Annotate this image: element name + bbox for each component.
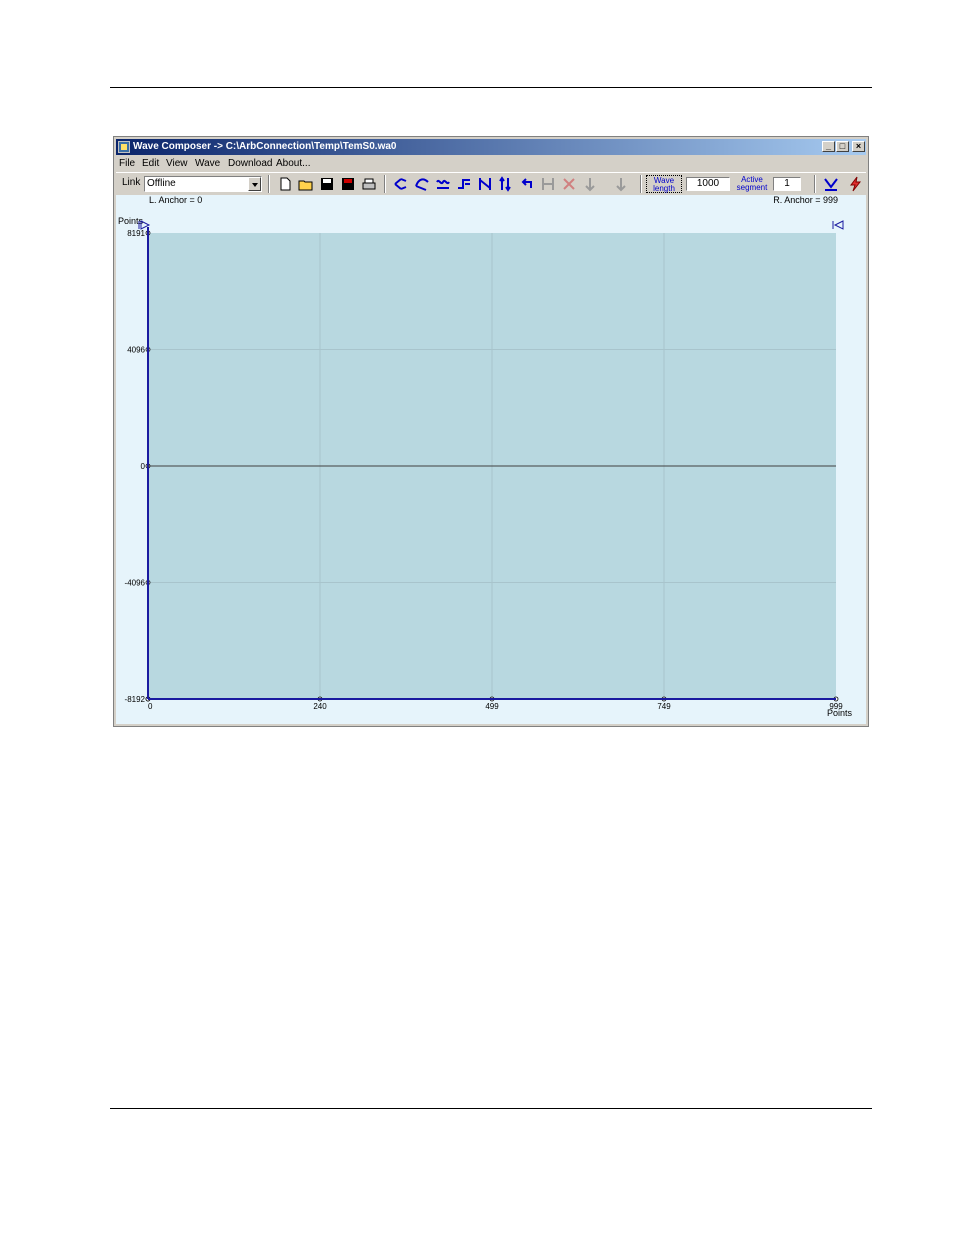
wave-smooth-icon[interactable] — [435, 176, 451, 192]
undo-icon[interactable] — [519, 176, 535, 192]
new-file-icon[interactable] — [277, 176, 293, 192]
footer-rule — [110, 1108, 872, 1109]
wave-length-button[interactable]: Wave length — [646, 175, 682, 193]
x-tick-label: 749 — [657, 702, 671, 711]
app-icon — [118, 141, 130, 153]
draw-line-icon[interactable] — [393, 176, 409, 192]
y-tick-label: 4096 — [127, 346, 145, 355]
lightning-icon[interactable] — [847, 176, 863, 192]
wave-length-field[interactable]: 1000 — [686, 177, 730, 191]
y-tick-label: 8191 — [127, 229, 145, 238]
menu-edit[interactable]: Edit — [142, 156, 159, 171]
y-tick-label: -4096 — [125, 579, 146, 588]
wave-composer-window: Wave Composer -> C:\ArbConnection\Temp\T… — [113, 136, 869, 727]
active-segment-label: Active segment — [736, 175, 768, 192]
x-tick-label: 0 — [148, 702, 153, 711]
x-axis-label: Points — [827, 708, 853, 718]
menu-bar: File Edit View Wave Download About... — [116, 156, 866, 171]
minimize-button[interactable]: _ — [822, 141, 835, 152]
waveform-plot[interactable]: 0 240 499 749 999819140960-4096-8192PointsPo… — [116, 195, 866, 725]
header-rule — [110, 87, 872, 88]
toolbar-separator — [640, 175, 642, 193]
y-tick-label: -8192 — [125, 695, 146, 704]
close-button[interactable]: × — [852, 141, 865, 152]
open-folder-icon[interactable] — [298, 176, 314, 192]
menu-view[interactable]: View — [166, 156, 188, 171]
chevron-down-icon[interactable] — [248, 177, 261, 191]
disabled-icon-3[interactable] — [582, 176, 598, 192]
x-tick-label: 499 — [485, 702, 499, 711]
toolbar: Link Offline Wave length 1000 Active seg… — [116, 172, 866, 196]
title-bar[interactable]: Wave Composer -> C:\ArbConnection\Temp\T… — [116, 139, 866, 155]
menu-download[interactable]: Download — [228, 156, 272, 171]
wave-length-label: Wave length — [653, 176, 675, 193]
anchor-icon[interactable] — [498, 176, 514, 192]
y-tick-label: 0 — [141, 462, 146, 471]
toolbar-separator — [814, 175, 816, 193]
link-label: Link — [122, 177, 141, 188]
save-as-icon[interactable] — [340, 176, 356, 192]
level-icon[interactable] — [456, 176, 472, 192]
menu-about[interactable]: About... — [276, 156, 310, 171]
print-icon[interactable] — [361, 176, 377, 192]
marker-icon[interactable] — [477, 176, 493, 192]
maximize-button[interactable]: □ — [836, 141, 849, 152]
save-icon[interactable] — [319, 176, 335, 192]
menu-file[interactable]: File — [119, 156, 135, 171]
download-icon[interactable] — [823, 176, 839, 192]
active-segment-field[interactable]: 1 — [773, 177, 801, 191]
window-title: Wave Composer -> C:\ArbConnection\Temp\T… — [133, 141, 397, 152]
y-axis-label: Points — [118, 216, 144, 226]
right-anchor-marker — [832, 220, 844, 230]
menu-wave[interactable]: Wave — [195, 156, 220, 171]
draw-curve-icon[interactable] — [414, 176, 430, 192]
waveform-canvas[interactable]: L. Anchor = 0 R. Anchor = 999 0 240 499 749… — [116, 195, 866, 724]
toolbar-separator — [268, 175, 270, 193]
active-segment-button[interactable]: Active segment — [733, 175, 771, 193]
disabled-icon-1[interactable] — [540, 176, 556, 192]
disabled-icon-4[interactable] — [613, 176, 629, 192]
toolbar-separator — [384, 175, 386, 193]
link-select[interactable]: Offline — [144, 176, 262, 192]
disabled-icon-2[interactable] — [561, 176, 577, 192]
link-value: Offline — [147, 178, 176, 189]
x-tick-label: 240 — [313, 702, 327, 711]
